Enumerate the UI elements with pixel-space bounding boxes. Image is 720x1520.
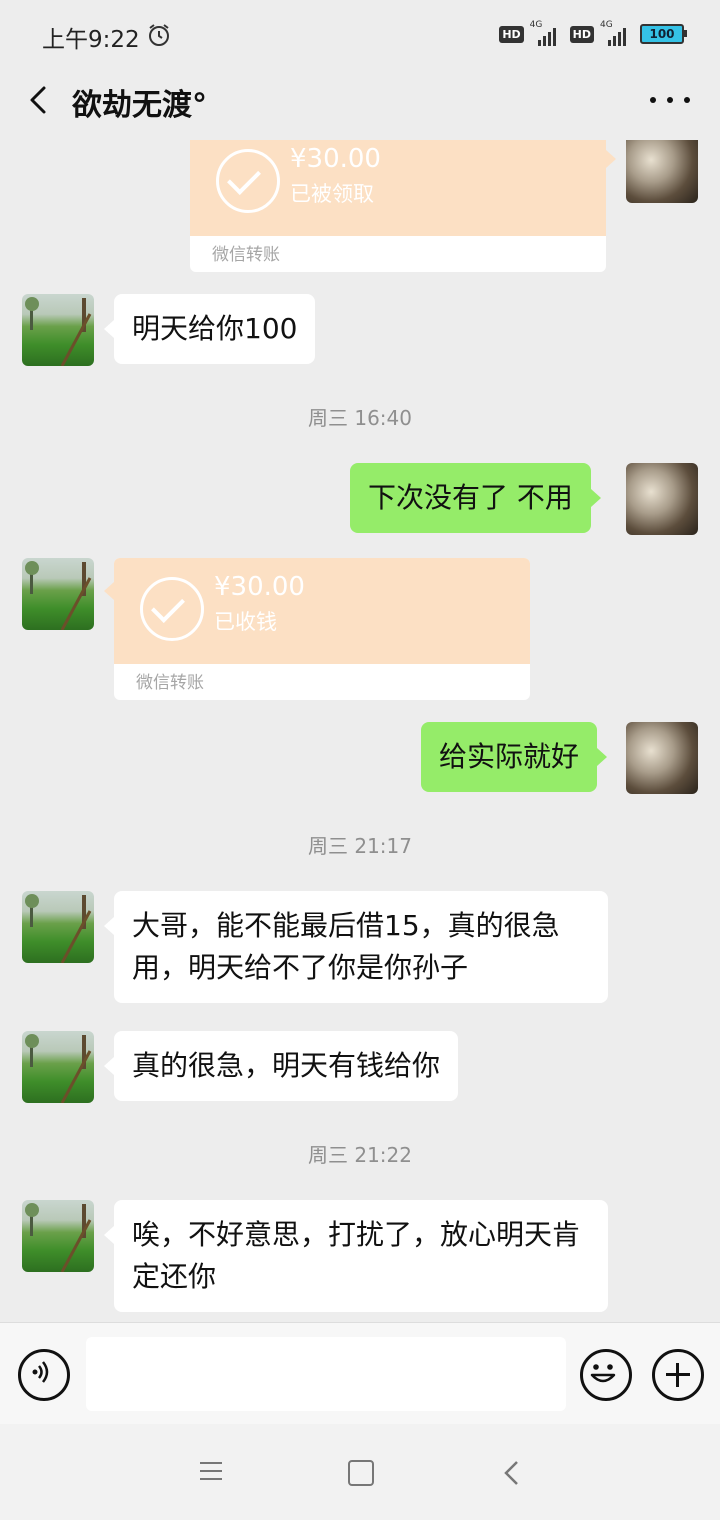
input-bar <box>0 1322 720 1425</box>
avatar-contact[interactable] <box>22 294 94 366</box>
avatar-self[interactable] <box>626 722 698 794</box>
battery-icon: 100 <box>640 24 687 44</box>
avatar-contact[interactable] <box>22 558 94 630</box>
transfer-amount: ¥30.00 <box>214 572 305 602</box>
message-bubble[interactable]: 真的很急，明天有钱给你 <box>103 1031 459 1101</box>
avatar-contact[interactable] <box>22 1031 94 1103</box>
avatar-contact[interactable] <box>22 1200 94 1272</box>
timestamp: 周三 21:17 <box>308 834 412 858</box>
hd-badge: HD <box>499 25 524 43</box>
voice-icon[interactable] <box>18 1349 70 1401</box>
message-bubble[interactable]: 大哥，能不能最后借15，真的很急用，明天给不了你是你孙子 <box>104 891 608 1003</box>
message-bubble[interactable]: 明天给你100 <box>103 294 316 364</box>
alarm-icon <box>146 22 172 52</box>
signal-icon: 4G <box>530 20 564 46</box>
timestamp: 周三 21:22 <box>308 1143 412 1167</box>
emoji-icon[interactable] <box>580 1349 632 1401</box>
message-bubble[interactable]: 唉，不好意思，打扰了，放心明天肯定还你 <box>104 1200 608 1312</box>
message-list[interactable]: ¥30.00 已被领取 微信转账 明天给你100 周三 16:40 下次没有了 … <box>0 140 720 1322</box>
message-input[interactable] <box>86 1337 566 1411</box>
transfer-label: 微信转账 <box>136 673 204 693</box>
hd-badge-2: HD <box>569 25 594 43</box>
check-icon <box>140 577 204 641</box>
home-icon[interactable] <box>348 1460 374 1486</box>
more-dots-icon[interactable] <box>650 90 690 110</box>
message-bubble-self[interactable]: 下次没有了 不用 <box>350 463 601 533</box>
back-arrow-icon[interactable] <box>20 80 60 120</box>
transfer-status: 已收钱 <box>214 610 277 634</box>
chat-header: 欲劫无渡° <box>0 68 720 140</box>
plus-icon[interactable] <box>652 1349 704 1401</box>
avatar-self[interactable] <box>626 463 698 535</box>
check-icon <box>216 149 280 213</box>
avatar-self[interactable] <box>626 140 698 203</box>
transfer-status: 已被领取 <box>290 182 374 206</box>
transfer-label: 微信转账 <box>212 245 280 265</box>
status-bar: 上午9:22 HD 4G HD 4G 100 <box>0 0 720 68</box>
signal-icon-2: 4G <box>600 20 634 46</box>
back-icon[interactable] <box>502 1460 522 1490</box>
transfer-card-received[interactable]: ¥30.00 已收钱 微信转账 <box>104 558 530 700</box>
status-time: 上午9:22 <box>42 27 140 53</box>
message-bubble-self[interactable]: 给实际就好 <box>421 722 608 792</box>
chat-title: 欲劫无渡° <box>72 88 207 123</box>
menu-icon[interactable] <box>200 1462 222 1480</box>
system-nav-bar <box>0 1424 720 1520</box>
timestamp: 周三 16:40 <box>308 406 412 430</box>
avatar-contact[interactable] <box>22 891 94 963</box>
transfer-amount: ¥30.00 <box>290 144 381 174</box>
transfer-card-sent[interactable]: ¥30.00 已被领取 微信转账 <box>190 140 616 272</box>
